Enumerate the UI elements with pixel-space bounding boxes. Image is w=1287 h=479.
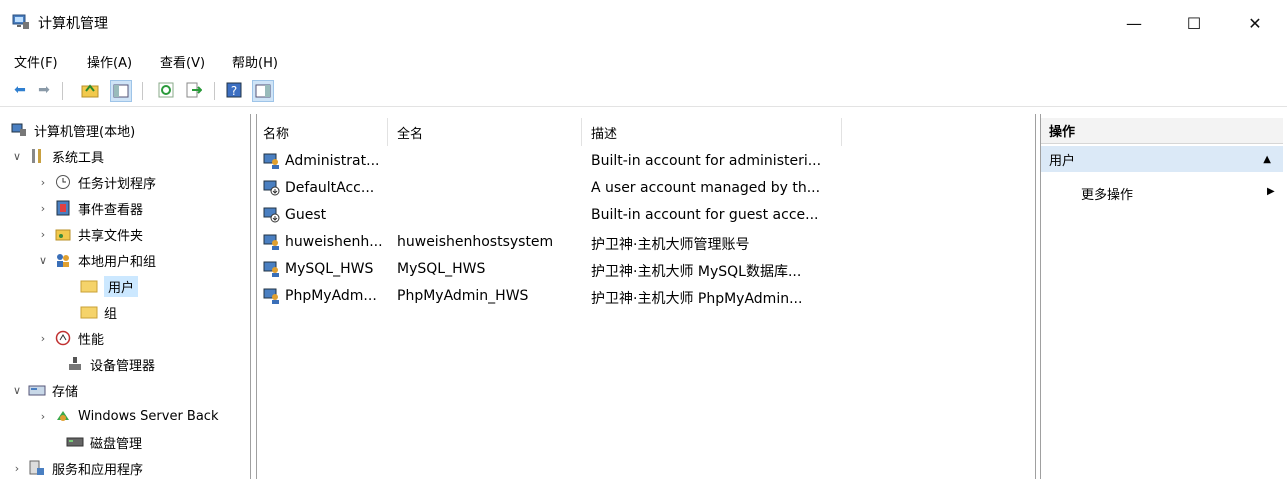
column-header-description[interactable]: 描述	[591, 118, 842, 146]
actions-header: 操作	[1041, 118, 1283, 144]
maximize-button[interactable]: ☐	[1172, 8, 1216, 38]
folder-icon	[80, 304, 98, 320]
tree-item-task-scheduler[interactable]: › 任务计划程序	[36, 170, 156, 194]
users-groups-icon	[54, 252, 72, 268]
submenu-arrow-icon[interactable]: ▶	[1267, 186, 1275, 197]
services-icon	[28, 460, 46, 476]
chevron-right-icon[interactable]: ›	[36, 176, 50, 189]
chevron-right-icon[interactable]: ›	[36, 228, 50, 241]
user-description: A user account managed by th...	[591, 180, 821, 196]
show-hide-tree-icon[interactable]	[110, 80, 132, 102]
user-description: 护卫神·主机大师 PhpMyAdmin...	[591, 291, 803, 307]
chevron-right-icon[interactable]: ›	[10, 462, 24, 475]
menu-help[interactable]: 帮助(H)	[232, 52, 278, 71]
close-button[interactable]: ✕	[1233, 8, 1277, 38]
disabled-user-icon	[263, 207, 280, 223]
table-row[interactable]: DefaultAcc... A user account managed by …	[257, 175, 1035, 202]
title-bar: 计算机管理 — ☐ ✕	[0, 0, 1287, 46]
user-icon	[263, 153, 279, 169]
user-name: huweishenh...	[285, 234, 383, 250]
back-icon[interactable]: ⬅	[10, 80, 30, 100]
user-icon	[263, 288, 279, 304]
backup-icon	[54, 408, 72, 424]
computer-management-icon	[10, 122, 28, 138]
table-row[interactable]: Guest Built-in account for guest acce...	[257, 202, 1035, 229]
user-fullname: PhpMyAdmin_HWS	[397, 288, 529, 304]
performance-icon	[54, 330, 72, 346]
collapse-arrow-icon[interactable]: ▲	[1263, 154, 1271, 165]
shared-folder-icon	[54, 226, 72, 242]
menu-file[interactable]: 文件(F)	[14, 52, 58, 71]
column-header-name[interactable]: 名称	[263, 118, 388, 146]
actions-section-users[interactable]: 用户 ▲	[1041, 146, 1283, 172]
user-icon	[263, 234, 279, 250]
tree-item-windows-server-backup[interactable]: › Windows Server Back	[36, 404, 219, 428]
tree-item-shared-folders[interactable]: › 共享文件夹	[36, 222, 143, 246]
disk-icon	[66, 434, 84, 450]
show-hide-action-pane-icon[interactable]	[252, 80, 274, 102]
chevron-down-icon[interactable]: ∨	[36, 254, 50, 267]
tree-item-computer-management[interactable]: 计算机管理(本地)	[6, 118, 135, 142]
tree-item-system-tools[interactable]: ∨ 系统工具	[10, 144, 104, 168]
tools-icon	[28, 148, 46, 164]
tree-item-users[interactable]: 用户	[76, 274, 139, 298]
computer-management-icon	[12, 14, 29, 29]
user-name: Administrat...	[285, 153, 380, 169]
chevron-right-icon[interactable]: ›	[36, 332, 50, 345]
tree-item-local-users-groups[interactable]: ∨ 本地用户和组	[36, 248, 156, 272]
tree-item-services-applications[interactable]: › 服务和应用程序	[10, 456, 143, 479]
event-viewer-icon	[54, 200, 72, 216]
user-description: 护卫神·主机大师 MySQL数据库...	[591, 264, 802, 280]
menu-bar: 文件(F) 操作(A) 查看(V) 帮助(H)	[0, 46, 1287, 74]
actions-pane: 操作 用户 ▲ 更多操作 ▶	[1040, 114, 1287, 479]
navigation-tree: 计算机管理(本地) ∨ 系统工具 › 任务计划程序 › 事件查看器 › 共享文件…	[0, 114, 251, 479]
disabled-user-icon	[263, 180, 280, 196]
more-actions-item[interactable]: 更多操作	[1081, 184, 1133, 203]
storage-icon	[28, 382, 46, 398]
user-fullname: MySQL_HWS	[397, 261, 486, 277]
chevron-right-icon[interactable]: ›	[36, 202, 50, 215]
menu-view[interactable]: 查看(V)	[160, 52, 205, 71]
export-list-icon[interactable]	[184, 80, 204, 100]
tree-item-performance[interactable]: › 性能	[36, 326, 104, 350]
refresh-icon[interactable]	[156, 80, 176, 100]
user-description: Built-in account for administeri...	[591, 153, 822, 169]
user-name: MySQL_HWS	[285, 261, 374, 277]
chevron-down-icon[interactable]: ∨	[10, 150, 24, 163]
users-list: 名称 全名 描述 Administrat... Built-in account…	[256, 114, 1036, 479]
chevron-down-icon[interactable]: ∨	[10, 384, 24, 397]
user-description: 护卫神·主机大师管理账号	[591, 237, 750, 253]
table-row[interactable]: PhpMyAdm... PhpMyAdmin_HWS 护卫神·主机大师 PhpM…	[257, 283, 1035, 310]
window-title: 计算机管理	[38, 16, 108, 32]
svg-text:?: ?	[231, 84, 237, 98]
user-name: Guest	[285, 207, 327, 223]
table-row[interactable]: Administrat... Built-in account for admi…	[257, 148, 1035, 175]
tree-item-device-manager[interactable]: 设备管理器	[62, 352, 155, 376]
up-folder-icon[interactable]	[80, 80, 100, 100]
user-fullname: huweishenhostsystem	[397, 234, 554, 250]
chevron-right-icon[interactable]: ›	[36, 410, 50, 423]
tree-item-groups[interactable]: 组	[76, 300, 117, 324]
minimize-button[interactable]: —	[1112, 8, 1156, 38]
tree-item-event-viewer[interactable]: › 事件查看器	[36, 196, 143, 220]
table-row[interactable]: MySQL_HWS MySQL_HWS 护卫神·主机大师 MySQL数据库...	[257, 256, 1035, 283]
device-manager-icon	[66, 356, 84, 372]
toolbar: ⬅ ➡ ?	[0, 76, 1287, 107]
user-name: DefaultAcc...	[285, 180, 375, 196]
clock-icon	[54, 174, 72, 190]
tree-item-storage[interactable]: ∨ 存储	[10, 378, 78, 402]
help-icon[interactable]: ?	[224, 80, 244, 100]
user-icon	[263, 261, 279, 277]
column-header-fullname[interactable]: 全名	[397, 118, 582, 146]
menu-action[interactable]: 操作(A)	[87, 52, 132, 71]
user-description: Built-in account for guest acce...	[591, 207, 819, 223]
forward-icon[interactable]: ➡	[34, 80, 54, 100]
folder-icon	[80, 278, 98, 294]
user-name: PhpMyAdm...	[285, 288, 377, 304]
table-row[interactable]: huweishenh... huweishenhostsystem 护卫神·主机…	[257, 229, 1035, 256]
tree-item-disk-management[interactable]: 磁盘管理	[62, 430, 142, 454]
